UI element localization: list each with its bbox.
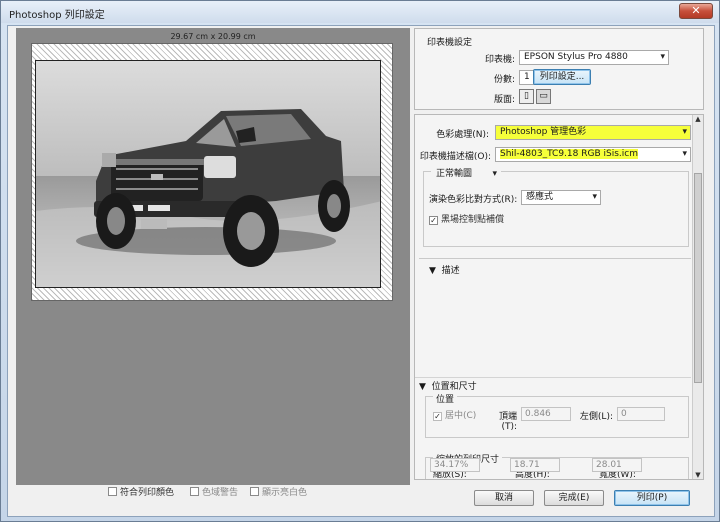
description-title: 描述 <box>441 266 460 276</box>
top-input[interactable]: 0.846 <box>521 407 571 421</box>
portrait-icon[interactable]: ▯ <box>519 89 534 104</box>
black-point-option[interactable]: 黑場控制點補償 <box>429 212 504 225</box>
layout-label: 版面: <box>493 95 515 105</box>
black-point-checkbox[interactable] <box>429 216 438 225</box>
scroll-down-icon[interactable]: ▼ <box>693 471 703 479</box>
collapse-triangle-icon: ▼ <box>419 382 426 392</box>
proof-mode-select[interactable]: 正常輸圖 <box>431 167 501 182</box>
dialog-body: 29.67 cm x 20.99 cm 符合列印顏色 色域警告 顯示亮白色 印表… <box>7 25 715 517</box>
left-label: 左側(L): <box>579 412 613 422</box>
center-label: 居中(C) <box>445 411 477 421</box>
center-option[interactable]: 居中(C) <box>433 408 476 421</box>
collapse-triangle-icon: ▼ <box>429 266 436 276</box>
show-paper-white-checkbox[interactable] <box>250 487 259 496</box>
copies-label: 份數: <box>493 75 515 85</box>
paper-size-label: 29.67 cm x 20.99 cm <box>170 32 256 41</box>
settings-scrollbar[interactable]: ▲ ▼ <box>692 115 703 479</box>
printer-setup-section: 印表機設定 印表機: EPSON Stylus Pro 4880 份數: 1 列… <box>414 28 704 110</box>
match-print-colors-label: 符合列印顏色 <box>120 488 175 498</box>
window-title: Photoshop 列印設定 <box>9 10 105 21</box>
match-print-colors-option[interactable]: 符合列印顏色 <box>108 485 174 498</box>
printer-profile-label: 印表機描述檔(O): <box>419 152 491 162</box>
print-preview-area: 29.67 cm x 20.99 cm <box>16 28 410 485</box>
title-bar: Photoshop 列印設定 ✕ <box>1 1 719 23</box>
show-paper-white-label: 顯示亮白色 <box>262 488 308 498</box>
width-input[interactable]: 28.01 <box>592 458 642 472</box>
position-size-title: 位置和尺寸 <box>431 382 477 392</box>
rendering-intent-label: 演染色彩比對方式(R): <box>429 195 518 205</box>
cancel-button[interactable]: 取消 <box>474 490 534 506</box>
gamut-warning-option[interactable]: 色域警告 <box>190 485 238 498</box>
rendering-intent-select[interactable]: 感應式 <box>521 190 601 205</box>
description-header[interactable]: ▼ 描述 <box>429 263 460 276</box>
match-print-colors-checkbox[interactable] <box>108 487 117 496</box>
close-button[interactable]: ✕ <box>679 3 713 19</box>
printer-label: 印表機: <box>484 55 515 65</box>
left-input[interactable]: 0 <box>617 407 665 421</box>
printer-profile-value: Shil-4803_TC9.18 RGB iSis.icm <box>500 149 638 159</box>
truck-photo <box>36 61 380 287</box>
paper-preview <box>31 43 393 301</box>
scroll-up-icon[interactable]: ▲ <box>693 115 703 125</box>
black-point-label: 黑場控制點補償 <box>441 215 505 225</box>
printer-select[interactable]: EPSON Stylus Pro 4880 <box>519 50 669 65</box>
landscape-icon[interactable]: ▭ <box>536 89 551 104</box>
settings-scroll-panel: 色彩處理(N): Photoshop 管理色彩 印表機描述檔(O): Shil-… <box>414 114 704 480</box>
gamut-warning-label: 色域警告 <box>202 488 239 498</box>
print-button[interactable]: 列印(P) <box>614 490 690 506</box>
color-handling-select[interactable]: Photoshop 管理色彩 <box>495 125 691 140</box>
printer-profile-select[interactable]: Shil-4803_TC9.18 RGB iSis.icm <box>495 147 691 162</box>
height-input[interactable]: 18.71 <box>510 458 560 472</box>
show-paper-white-option[interactable]: 顯示亮白色 <box>250 485 307 498</box>
position-group-label: 位置 <box>433 392 458 405</box>
done-button[interactable]: 完成(E) <box>544 490 604 506</box>
position-size-header[interactable]: ▼ 位置和尺寸 <box>419 379 477 392</box>
center-checkbox[interactable] <box>433 412 442 421</box>
top-label: 頂端(T): <box>498 412 517 432</box>
print-settings-button[interactable]: 列印設定... <box>533 69 591 85</box>
gamut-warning-checkbox[interactable] <box>190 487 199 496</box>
photo-preview[interactable] <box>35 60 381 288</box>
printer-setup-title: 印表機設定 <box>427 38 473 48</box>
scale-input[interactable]: 34.17% <box>430 458 480 472</box>
scrollbar-thumb[interactable] <box>694 173 702 383</box>
print-settings-window: Photoshop 列印設定 ✕ 29.67 cm x 20.99 cm 符合列… <box>0 0 720 522</box>
rendering-group <box>423 171 689 247</box>
color-handling-label: 色彩處理(N): <box>436 130 489 140</box>
